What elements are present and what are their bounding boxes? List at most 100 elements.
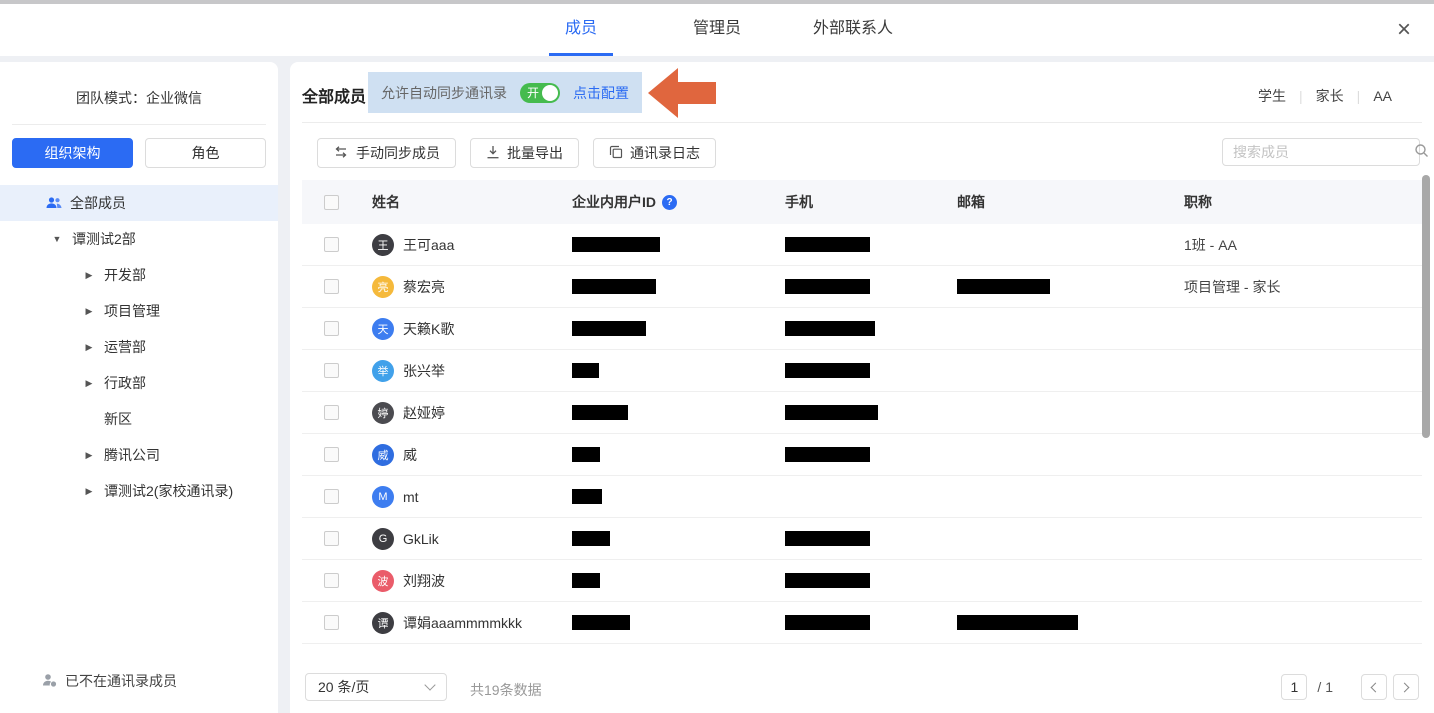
row-checkbox[interactable] xyxy=(324,615,339,630)
user-id-cell xyxy=(560,237,773,252)
row-checkbox[interactable] xyxy=(324,321,339,336)
caret-right-icon[interactable]: ▶ xyxy=(82,306,96,317)
tree-item-dept[interactable]: ▶ 行政部 xyxy=(0,365,278,401)
help-icon[interactable]: ? xyxy=(662,195,677,210)
redacted-text xyxy=(572,447,600,462)
member-name: 刘翔波 xyxy=(403,571,445,591)
batch-export-label: 批量导出 xyxy=(507,143,563,163)
link-separator: | xyxy=(1299,88,1303,104)
phone-cell xyxy=(773,321,945,336)
user-id-cell xyxy=(560,321,773,336)
search-icon[interactable] xyxy=(1414,143,1429,161)
avatar: 威 xyxy=(372,444,394,466)
caret-right-icon[interactable]: ▶ xyxy=(82,270,96,281)
user-id-cell xyxy=(560,531,773,546)
member-name: GkLik xyxy=(403,531,439,547)
caret-right-icon[interactable]: ▶ xyxy=(82,378,96,389)
user-id-cell xyxy=(560,615,773,630)
manual-sync-button[interactable]: 手动同步成员 xyxy=(317,138,456,168)
row-checkbox[interactable] xyxy=(324,363,339,378)
table-footer: 20 条/页 共19条数据 1 / 1 xyxy=(302,661,1422,713)
avatar: G xyxy=(372,528,394,550)
sync-toggle[interactable]: 开 xyxy=(520,83,560,103)
page-size-value: 20 条/页 xyxy=(318,677,369,697)
member-name: 谭娟aaammmmkkk xyxy=(403,613,522,633)
row-checkbox[interactable] xyxy=(324,279,339,294)
parent-link[interactable]: 家长 xyxy=(1316,86,1344,106)
tree-item-dept[interactable]: ▼ 谭测试2部 xyxy=(0,221,278,257)
tree-item-dept[interactable]: ▶ 开发部 xyxy=(0,257,278,293)
row-checkbox[interactable] xyxy=(324,531,339,546)
search-input[interactable] xyxy=(1233,144,1414,160)
members-table: 姓名 企业内用户ID ? 手机 邮箱 职称 王王可aaa1班 - AA亮蔡宏亮项… xyxy=(302,180,1422,644)
row-checkbox[interactable] xyxy=(324,447,339,462)
tree-item-all-members[interactable]: 全部成员 xyxy=(0,185,278,221)
caret-right-icon[interactable]: ▶ xyxy=(82,486,96,497)
next-page-button[interactable] xyxy=(1393,674,1419,700)
member-name: 蔡宏亮 xyxy=(403,277,445,297)
person-leave-icon xyxy=(42,673,57,690)
log-document-icon xyxy=(609,145,623,162)
avatar: 举 xyxy=(372,360,394,382)
sync-highlight-box: 允许自动同步通讯录 开 点击配置 xyxy=(368,72,642,113)
table-row: 威威 xyxy=(302,434,1422,476)
tab-external-contacts[interactable]: 外部联系人 xyxy=(785,4,921,56)
phone-cell xyxy=(773,405,945,420)
tree-item-label: 新区 xyxy=(104,409,132,429)
tab-admins[interactable]: 管理员 xyxy=(649,4,785,56)
tree-item-dept[interactable]: ▶ 项目管理 xyxy=(0,293,278,329)
not-in-contacts-label: 已不在通讯录成员 xyxy=(65,671,177,691)
row-checkbox[interactable] xyxy=(324,573,339,588)
tree-item-dept[interactable]: 新区 xyxy=(0,401,278,437)
redacted-text xyxy=(785,615,870,630)
table-row: 婷赵娅婷 xyxy=(302,392,1422,434)
header-links: 学生 | 家长 | AA xyxy=(1258,86,1392,106)
caret-right-icon[interactable]: ▶ xyxy=(82,450,96,461)
avatar: 波 xyxy=(372,570,394,592)
redacted-text xyxy=(785,405,878,420)
student-link[interactable]: 学生 xyxy=(1258,86,1286,106)
config-link[interactable]: 点击配置 xyxy=(573,83,629,103)
tab-members[interactable]: 成员 xyxy=(513,4,649,56)
aa-link[interactable]: AA xyxy=(1373,88,1392,104)
phone-cell xyxy=(773,573,945,588)
prev-page-button[interactable] xyxy=(1361,674,1387,700)
select-all-checkbox[interactable] xyxy=(324,195,339,210)
members-header: 全部成员 允许自动同步通讯录 开 点击配置 学生 | 家长 | AA xyxy=(302,62,1422,123)
chevron-right-icon xyxy=(1400,682,1410,692)
tree-item-label: 谭测试2(家校通讯录) xyxy=(104,481,233,501)
member-name: mt xyxy=(403,489,419,505)
page-title: 全部成员 xyxy=(302,83,366,107)
row-checkbox[interactable] xyxy=(324,405,339,420)
redacted-text xyxy=(572,615,630,630)
table-row: Mmt xyxy=(302,476,1422,518)
window-tab-bar: 成员 管理员 外部联系人 × xyxy=(0,4,1434,56)
close-icon[interactable]: × xyxy=(1390,16,1418,44)
table-row: G GkLik xyxy=(302,518,1422,560)
main-panel: 全部成员 允许自动同步通讯录 开 点击配置 学生 | 家长 | AA xyxy=(290,62,1434,713)
row-checkbox[interactable] xyxy=(324,489,339,504)
member-name: 天籁K歌 xyxy=(403,319,454,339)
members-toolbar: 手动同步成员 批量导出 通讯录日志 xyxy=(302,123,1422,180)
redacted-text xyxy=(572,489,602,504)
member-name: 威 xyxy=(403,445,417,465)
vertical-scrollbar[interactable] xyxy=(1422,175,1430,438)
batch-export-button[interactable]: 批量导出 xyxy=(470,138,579,168)
contacts-log-button[interactable]: 通讯录日志 xyxy=(593,138,716,168)
page-size-select[interactable]: 20 条/页 xyxy=(305,673,447,701)
table-row: 亮蔡宏亮项目管理 - 家长 xyxy=(302,266,1422,308)
row-checkbox[interactable] xyxy=(324,237,339,252)
search-box xyxy=(1222,138,1420,166)
caret-down-icon[interactable]: ▼ xyxy=(50,234,64,244)
column-user-id: 企业内用户ID ? xyxy=(560,192,773,212)
tree-item-dept[interactable]: ▶ 运营部 xyxy=(0,329,278,365)
tree-item-dept[interactable]: ▶ 腾讯公司 xyxy=(0,437,278,473)
org-structure-button[interactable]: 组织架构 xyxy=(12,138,133,168)
tree-item-dept[interactable]: ▶ 谭测试2(家校通讯录) xyxy=(0,473,278,509)
role-button[interactable]: 角色 xyxy=(145,138,266,168)
member-title: 1班 - AA xyxy=(1172,235,1422,255)
page-total-label: / 1 xyxy=(1317,679,1333,695)
not-in-contacts-link[interactable]: 已不在通讯录成员 xyxy=(0,671,278,691)
page-number-input[interactable]: 1 xyxy=(1281,674,1307,700)
caret-right-icon[interactable]: ▶ xyxy=(82,342,96,353)
